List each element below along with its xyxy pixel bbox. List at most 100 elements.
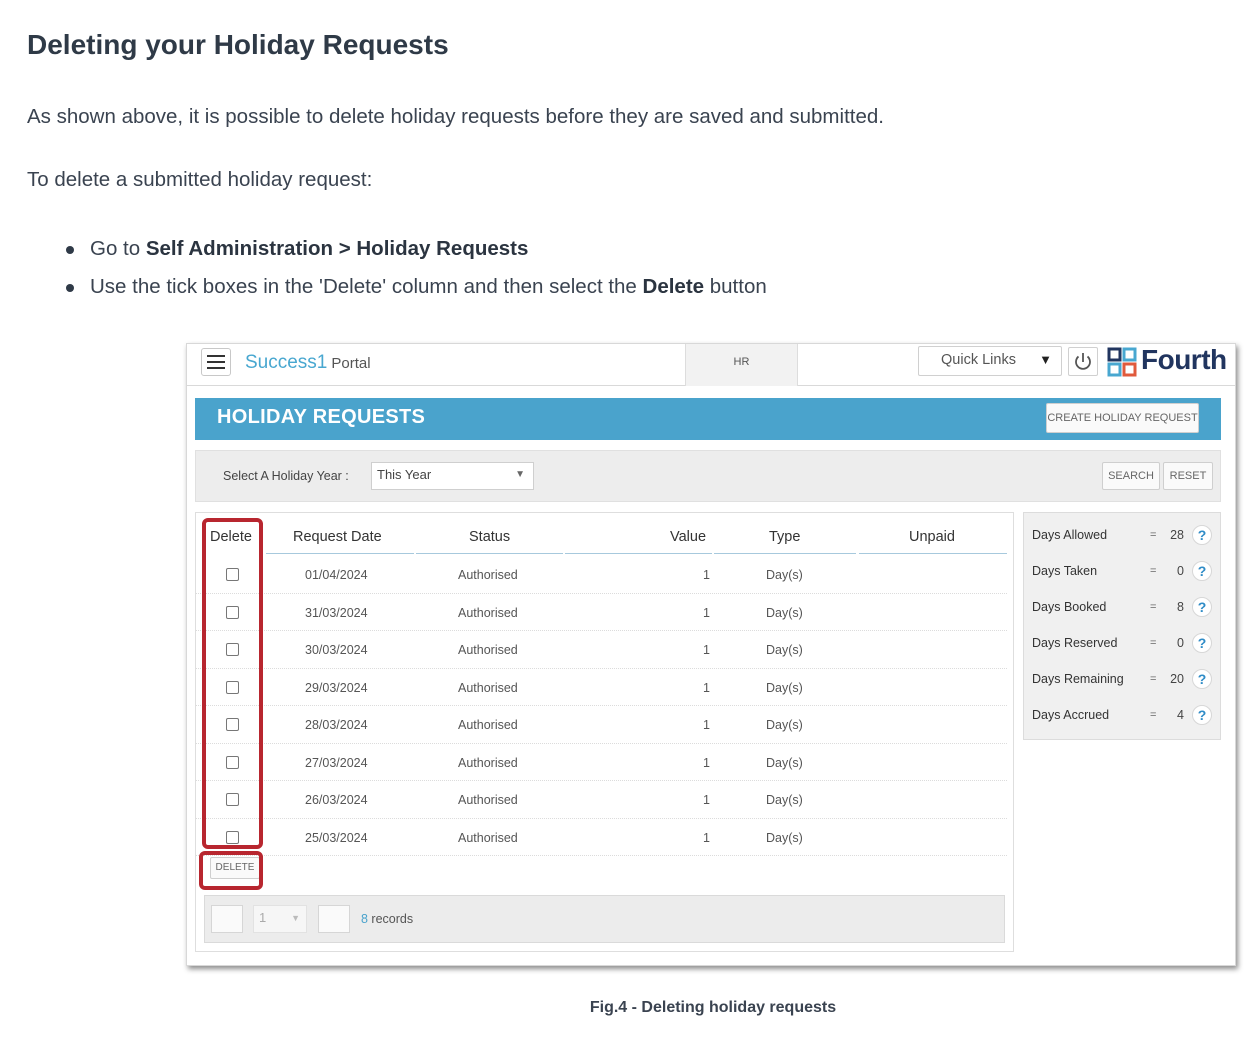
next-page-button[interactable] — [318, 905, 350, 933]
column-header-request-date[interactable]: Request Date — [293, 529, 382, 545]
prev-page-button[interactable] — [211, 905, 243, 933]
help-icon[interactable]: ? — [1192, 525, 1212, 545]
header-divider — [266, 553, 414, 554]
figure-caption: Fig.4 - Deleting holiday requests — [589, 999, 837, 1016]
stat-label: Days Taken — [1032, 564, 1098, 578]
value-text: 1 — [703, 605, 710, 620]
request-date: 30/03/2024 — [305, 643, 368, 657]
stat-value: 20 — [1170, 672, 1184, 686]
page-select[interactable]: 1 ▼ — [253, 905, 307, 933]
request-date: 25/03/2024 — [305, 830, 368, 845]
stat-days-taken: Days Taken = 0 ? — [1024, 553, 1220, 589]
holiday-stats-panel: Days Allowed = 28 ? Days Taken = 0 ? Day… — [1023, 512, 1221, 740]
stat-value: 0 — [1177, 564, 1184, 578]
instruction-step-1: Go to Self Administration > Holiday Requ… — [66, 237, 767, 275]
reset-button[interactable]: RESET — [1163, 462, 1213, 490]
column-header-unpaid[interactable]: Unpaid — [909, 529, 955, 545]
pagination-bar: 1 ▼ 8 records — [204, 895, 1005, 943]
column-header-type[interactable]: Type — [769, 529, 800, 545]
value-text: 1 — [703, 643, 710, 657]
type-text: Day(s) — [766, 793, 803, 807]
type-text: Day(s) — [766, 605, 803, 620]
table-row: 29/03/2024 Authorised 1 Day(s) — [196, 669, 1007, 706]
vendor-logo-text: Fourth — [1141, 344, 1227, 375]
chevron-down-icon: ▼ — [1039, 352, 1052, 367]
brand-logo[interactable]: Success1 Portal — [245, 352, 371, 374]
value-text: 1 — [703, 680, 710, 695]
stat-equals: = — [1150, 637, 1157, 649]
instruction-list: Go to Self Administration > Holiday Requ… — [66, 237, 767, 313]
stat-days-remaining: Days Remaining = 20 ? — [1024, 661, 1220, 697]
menu-icon[interactable] — [201, 348, 231, 376]
stat-days-allowed: Days Allowed = 28 ? — [1024, 517, 1220, 553]
help-icon[interactable]: ? — [1192, 669, 1212, 689]
stat-equals: = — [1150, 529, 1157, 541]
header-divider — [565, 553, 712, 554]
stat-days-reserved: Days Reserved = 0 ? — [1024, 625, 1220, 661]
status-text: Authorised — [458, 830, 518, 845]
search-button[interactable]: SEARCH — [1102, 462, 1160, 490]
holiday-year-select[interactable]: This Year ▼ — [371, 462, 534, 490]
request-date: 31/03/2024 — [305, 605, 368, 620]
help-icon[interactable]: ? — [1192, 561, 1212, 581]
stat-label: Days Booked — [1032, 600, 1107, 614]
value-text: 1 — [703, 755, 710, 770]
stat-days-booked: Days Booked = 8 ? — [1024, 589, 1220, 625]
intro-paragraph: As shown above, it is possible to delete… — [27, 105, 884, 128]
filter-bar: Select A Holiday Year : This Year ▼ SEAR… — [195, 450, 1221, 502]
table-row: 28/03/2024 Authorised 1 Day(s) — [196, 706, 1007, 744]
holiday-year-value: This Year — [377, 467, 432, 482]
step-1-text: Go to — [90, 237, 146, 260]
stat-value: 28 — [1170, 528, 1184, 542]
value-text: 1 — [703, 568, 710, 582]
app-screenshot: Success1 Portal HR Quick Links ▼ Fourth H… — [186, 343, 1236, 966]
stat-value: 4 — [1177, 708, 1184, 722]
quick-links-dropdown[interactable]: Quick Links ▼ — [918, 346, 1062, 376]
status-text: Authorised — [458, 755, 518, 770]
stat-equals: = — [1150, 565, 1157, 577]
page-banner: HOLIDAY REQUESTS CREATE HOLIDAY REQUEST — [195, 398, 1221, 440]
help-icon[interactable]: ? — [1192, 633, 1212, 653]
hr-module-tab[interactable]: HR — [685, 344, 798, 386]
column-header-value[interactable]: Value — [670, 529, 706, 545]
stat-equals: = — [1150, 673, 1157, 685]
records-count: 8 records — [361, 912, 413, 926]
brand-suffix: Portal — [331, 355, 371, 372]
help-icon[interactable]: ? — [1192, 597, 1212, 617]
status-text: Authorised — [458, 793, 518, 807]
type-text: Day(s) — [766, 830, 803, 845]
step-2-bold: Delete — [642, 275, 705, 298]
top-navbar: Success1 Portal HR Quick Links ▼ Fourth — [187, 344, 1235, 386]
request-date: 29/03/2024 — [305, 680, 368, 695]
type-text: Day(s) — [766, 568, 803, 582]
stat-value: 0 — [1177, 636, 1184, 650]
stat-equals: = — [1150, 709, 1157, 721]
power-icon[interactable] — [1068, 347, 1098, 376]
value-text: 1 — [703, 718, 710, 732]
header-divider — [714, 553, 856, 554]
column-header-status[interactable]: Status — [469, 529, 510, 545]
status-text: Authorised — [458, 680, 518, 695]
step-2-suffix: button — [704, 275, 767, 298]
table-row: 30/03/2024 Authorised 1 Day(s) — [196, 631, 1007, 669]
chevron-down-icon: ▼ — [291, 913, 300, 923]
delete-column-highlight — [202, 518, 263, 849]
value-text: 1 — [703, 793, 710, 807]
header-divider — [859, 553, 1007, 554]
records-label: records — [367, 912, 414, 926]
table-row: 31/03/2024 Authorised 1 Day(s) — [196, 594, 1007, 631]
request-date: 26/03/2024 — [305, 793, 368, 807]
quick-links-label: Quick Links — [941, 352, 1016, 368]
records-number: 8 — [361, 912, 368, 926]
page-number: 1 — [259, 910, 267, 925]
delete-button-highlight — [199, 851, 263, 890]
create-holiday-request-button[interactable]: CREATE HOLIDAY REQUEST — [1046, 403, 1199, 433]
help-icon[interactable]: ? — [1192, 705, 1212, 725]
instruction-step-2: Use the tick boxes in the 'Delete' colum… — [66, 275, 767, 313]
brand-name: Success1 — [245, 352, 328, 373]
stat-label: Days Accrued — [1032, 708, 1110, 722]
table-row: 27/03/2024 Authorised 1 Day(s) — [196, 744, 1007, 781]
stat-equals: = — [1150, 601, 1157, 613]
status-text: Authorised — [458, 605, 518, 620]
table-row: 01/04/2024 Authorised 1 Day(s) — [196, 556, 1007, 594]
